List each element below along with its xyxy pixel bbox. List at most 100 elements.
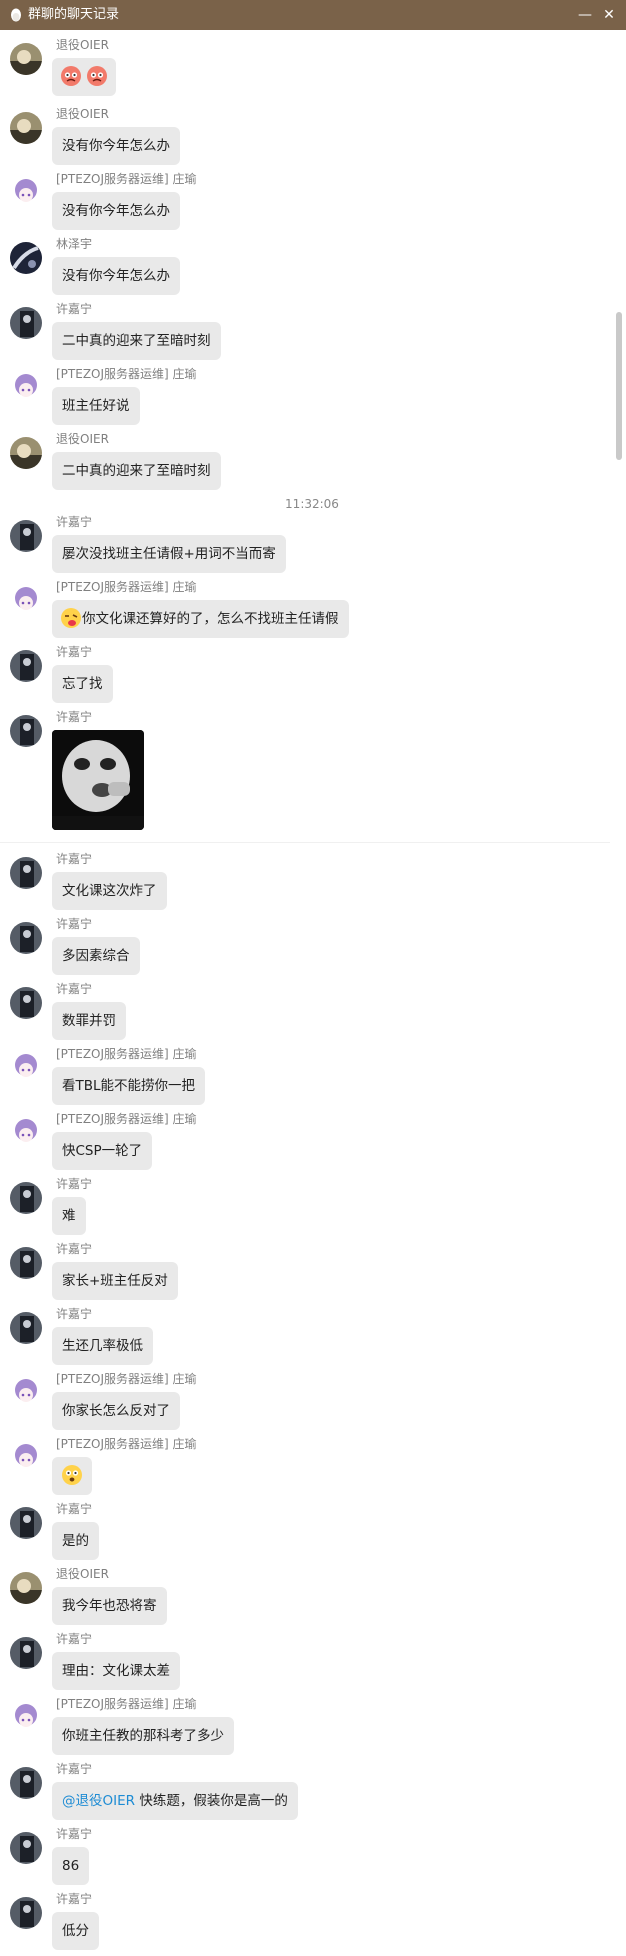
avatar-image-icon	[10, 1312, 42, 1344]
avatar-zhuang[interactable]	[10, 372, 42, 404]
sender-name: [PTEZOJ服务器运维] 庄瑜	[56, 1372, 197, 1386]
avatar-image-icon	[10, 520, 42, 552]
avatar-xu[interactable]	[10, 922, 42, 954]
sender-name: 许嘉宁	[56, 1632, 93, 1646]
message-bubble[interactable]: 没有你今年怎么办	[52, 127, 180, 165]
avatar-zhuang[interactable]	[10, 585, 42, 617]
message-bubble[interactable]: 生还几率极低	[52, 1327, 153, 1365]
message-bubble[interactable]: 多因素综合	[52, 937, 140, 975]
sender-name: 许嘉宁	[56, 1242, 93, 1256]
avatar-image-icon	[10, 857, 42, 889]
avatar-xu[interactable]	[10, 650, 42, 682]
avatar-image-icon	[10, 1117, 42, 1149]
avatar-image-icon	[10, 437, 42, 469]
sender-name: 许嘉宁	[56, 302, 93, 316]
message-bubble[interactable]: 看TBL能不能捞你一把	[52, 1067, 206, 1105]
message-bubble[interactable]: 难	[52, 1197, 86, 1235]
avatar-zhuang[interactable]	[10, 1052, 42, 1084]
avatar-xu[interactable]	[10, 1182, 42, 1214]
sender-name: [PTEZOJ服务器运维] 庄瑜	[56, 1697, 197, 1711]
qq-penguin-icon	[11, 8, 21, 22]
avatar-image-icon	[10, 715, 42, 747]
message-bubble[interactable]: 班主任好说	[52, 387, 140, 425]
avatar-lin[interactable]	[10, 242, 42, 274]
avatar-zhuang[interactable]	[10, 177, 42, 209]
avatar-xu[interactable]	[10, 715, 42, 747]
avatar-xu[interactable]	[10, 1507, 42, 1539]
message-text: 快练题，假装你是高一的	[135, 1793, 288, 1809]
sender-name: 许嘉宁	[56, 1177, 93, 1191]
message-bubble[interactable]: 你家长怎么反对了	[52, 1392, 180, 1430]
avatar-image-icon	[10, 1767, 42, 1799]
message-bubble[interactable]: 你文化课还算好的了，怎么不找班主任请假	[52, 600, 349, 638]
window-title: 群聊的聊天记录	[28, 7, 120, 22]
sender-name: 林泽宇	[56, 237, 93, 251]
avatar-oier[interactable]	[10, 1572, 42, 1604]
sender-name: 许嘉宁	[56, 645, 93, 659]
avatar-image-icon	[10, 1637, 42, 1669]
avatar-xu[interactable]	[10, 520, 42, 552]
avatar-image-icon	[10, 1832, 42, 1864]
message-bubble[interactable]	[52, 1457, 92, 1495]
avatar-xu[interactable]	[10, 1312, 42, 1344]
close-button[interactable]: ✕	[598, 5, 620, 25]
message-bubble[interactable]: 家长+班主任反对	[52, 1262, 178, 1300]
avatar-zhuang[interactable]	[10, 1442, 42, 1474]
avatar-xu[interactable]	[10, 1637, 42, 1669]
avatar-image-icon	[10, 372, 42, 404]
message-text: 你文化课还算好的了，怎么不找班主任请假	[82, 611, 339, 627]
scrollbar-thumb[interactable]	[616, 312, 622, 460]
avatar-oier[interactable]	[10, 437, 42, 469]
avatar-xu[interactable]	[10, 1832, 42, 1864]
message-bubble[interactable]: 没有你今年怎么办	[52, 192, 180, 230]
avatar-xu[interactable]	[10, 857, 42, 889]
sender-name: 许嘉宁	[56, 1307, 93, 1321]
minimize-button[interactable]: —	[574, 5, 596, 25]
avatar-image-icon	[10, 1702, 42, 1734]
avatar-image-icon	[10, 1572, 42, 1604]
avatar-image-icon	[10, 922, 42, 954]
sender-name: [PTEZOJ服务器运维] 庄瑜	[56, 367, 197, 381]
message-bubble[interactable]: 理由：文化课太差	[52, 1652, 180, 1690]
avatar-oier[interactable]	[10, 43, 42, 75]
sender-name: 退役OIER	[56, 107, 109, 121]
avatar-xu[interactable]	[10, 1897, 42, 1929]
avatar-xu[interactable]	[10, 1767, 42, 1799]
message-bubble[interactable]: 你班主任教的那科考了多少	[52, 1717, 234, 1755]
message-bubble[interactable]: 屡次没找班主任请假+用词不当而寄	[52, 535, 286, 573]
message-bubble[interactable]: 我今年也恐将寄	[52, 1587, 167, 1625]
avatar-image-icon	[10, 1247, 42, 1279]
avatar-oier[interactable]	[10, 112, 42, 144]
avatar-image-icon	[10, 1507, 42, 1539]
message-bubble[interactable]: 数罪并罚	[52, 1002, 126, 1040]
sender-name: 退役OIER	[56, 38, 109, 52]
message-bubble[interactable]: 快CSP一轮了	[52, 1132, 153, 1170]
angry-face-icon	[87, 65, 108, 86]
image-message[interactable]	[52, 730, 144, 830]
avatar-image-icon	[10, 177, 42, 209]
message-bubble[interactable]: 忘了找	[52, 665, 113, 703]
scrollbar[interactable]	[610, 30, 626, 1956]
message-bubble[interactable]: 低分	[52, 1912, 99, 1950]
message-bubble[interactable]	[52, 58, 117, 96]
avatar-image-icon	[10, 112, 42, 144]
mention-link[interactable]: @退役OIER	[62, 1793, 135, 1809]
sender-name: [PTEZOJ服务器运维] 庄瑜	[56, 1437, 197, 1451]
message-bubble[interactable]: 二中真的迎来了至暗时刻	[52, 452, 221, 490]
message-bubble[interactable]: @退役OIER 快练题，假装你是高一的	[52, 1782, 298, 1820]
avatar-zhuang[interactable]	[10, 1377, 42, 1409]
avatar-zhuang[interactable]	[10, 1702, 42, 1734]
avatar-zhuang[interactable]	[10, 1117, 42, 1149]
message-bubble[interactable]: 二中真的迎来了至暗时刻	[52, 322, 221, 360]
avatar-xu[interactable]	[10, 1247, 42, 1279]
sender-name: 许嘉宁	[56, 1762, 93, 1776]
avatar-image-icon	[10, 1052, 42, 1084]
avatar-xu[interactable]	[10, 307, 42, 339]
message-bubble[interactable]: 是的	[52, 1522, 99, 1560]
chat-history[interactable]: 退役OIER 退役OIER 没有你今年怎么办 [PTEZOJ服务器运维] 庄瑜 …	[0, 30, 626, 1956]
message-bubble[interactable]: 文化课这次炸了	[52, 872, 167, 910]
avatar-xu[interactable]	[10, 987, 42, 1019]
avatar-image-icon	[10, 987, 42, 1019]
message-bubble[interactable]: 没有你今年怎么办	[52, 257, 180, 295]
message-bubble[interactable]: 86	[52, 1847, 90, 1885]
